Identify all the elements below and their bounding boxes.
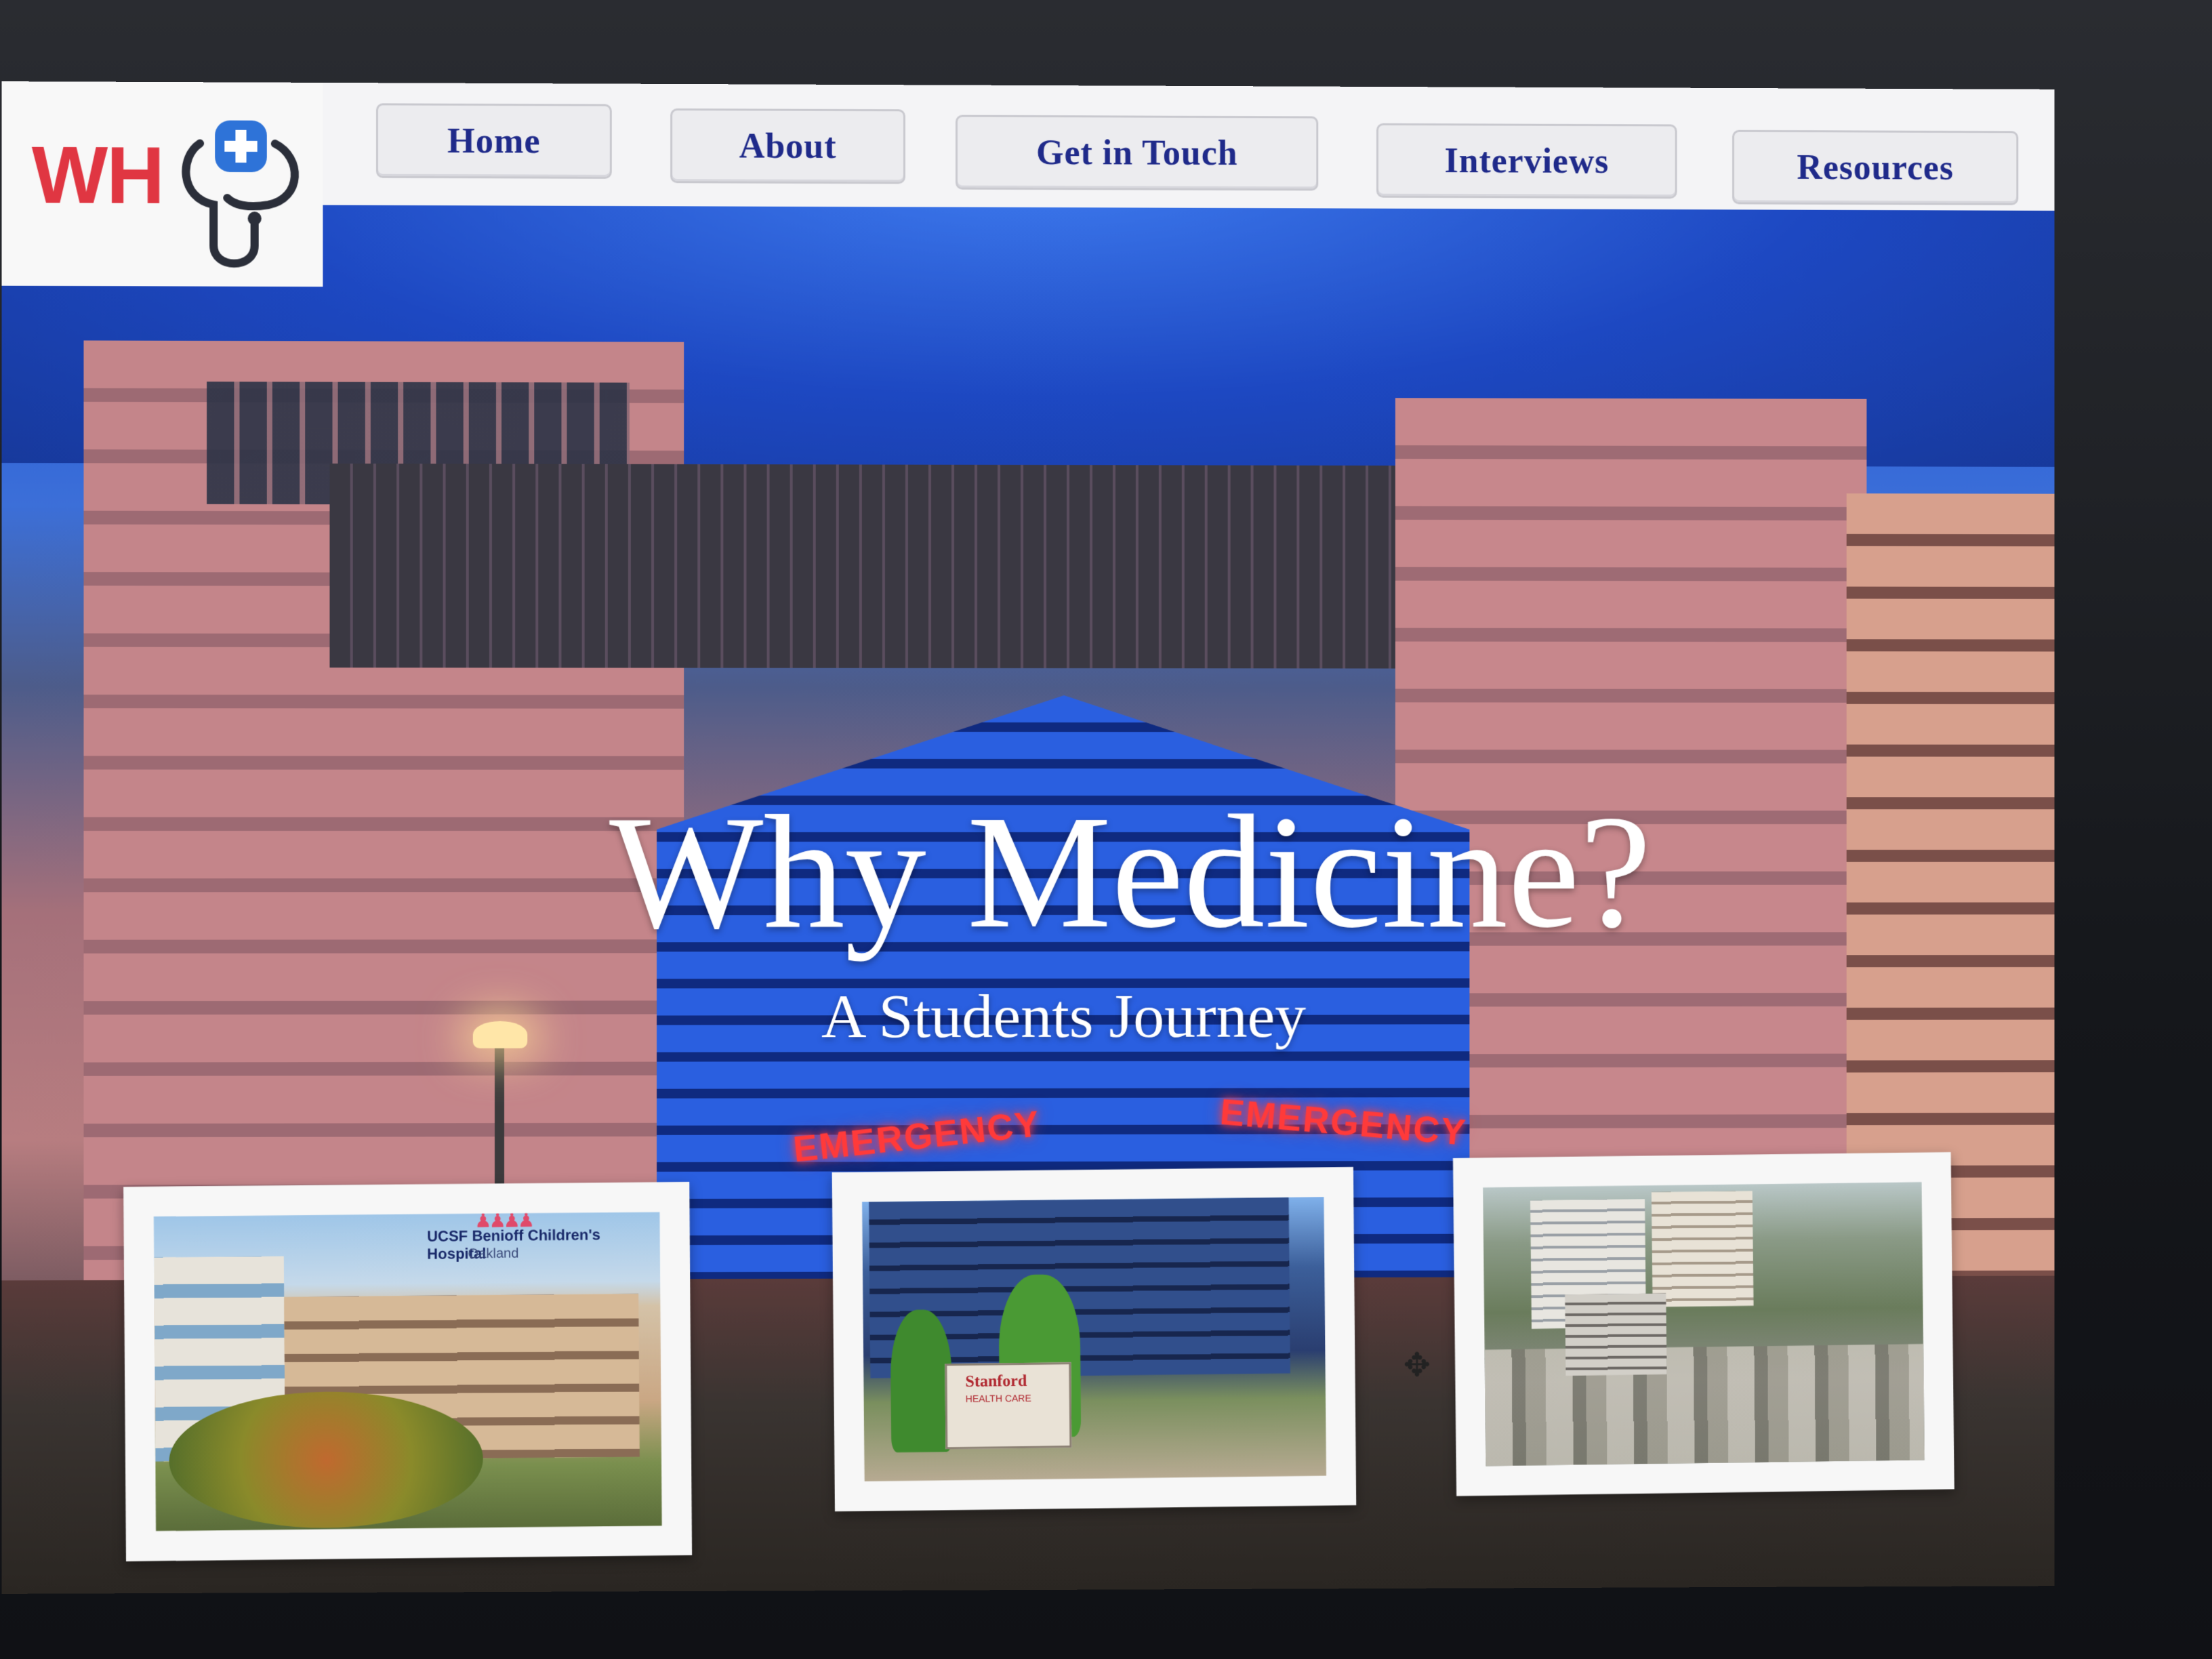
hospital-top-floor (329, 464, 1415, 668)
browser-viewport: EMERGENCY EMERGENCY Home About Get in To… (1, 81, 2054, 1594)
photo-card-ucsf[interactable]: ♟♟♟♟ UCSF Benioff Children's Hospital Oa… (123, 1182, 692, 1561)
street-lamp (473, 1021, 527, 1048)
nav-interviews-button[interactable]: Interviews (1376, 123, 1677, 199)
photo-caption: UCSF Benioff Children's Hospital (427, 1226, 660, 1263)
hero-subtitle: A Students Journey (534, 979, 1591, 1052)
nav-about-button[interactable]: About (670, 108, 905, 184)
nav-resources-button[interactable]: Resources (1732, 130, 2018, 205)
move-cursor-icon: ✥ (1404, 1346, 1431, 1384)
photo-caption: Stanford (965, 1372, 1027, 1391)
photo-building (1652, 1191, 1754, 1307)
photo-caption-sub: HEALTH CARE (966, 1393, 1031, 1404)
photo-aerial-campus (1483, 1182, 1925, 1466)
photo-city (1485, 1344, 1925, 1466)
photo-card-aerial[interactable] (1453, 1152, 1954, 1496)
photo-card-stanford[interactable]: Stanford HEALTH CARE (832, 1167, 1357, 1512)
photo-stanford-health: Stanford HEALTH CARE (862, 1197, 1326, 1481)
site-logo[interactable]: WH (1, 81, 323, 287)
nav-get-in-touch-button[interactable]: Get in Touch (956, 115, 1318, 191)
photo-tree (890, 1309, 953, 1452)
hero-title: Why Medicine? (534, 790, 1725, 954)
photo-caption-sub: Oakland (468, 1246, 518, 1262)
stethoscope-icon (173, 116, 310, 273)
photo-building (1565, 1293, 1666, 1376)
nav-home-button[interactable]: Home (376, 103, 612, 179)
photo-ucsf-benioff: ♟♟♟♟ UCSF Benioff Children's Hospital Oa… (154, 1212, 662, 1531)
logo-text: WH (32, 129, 163, 222)
